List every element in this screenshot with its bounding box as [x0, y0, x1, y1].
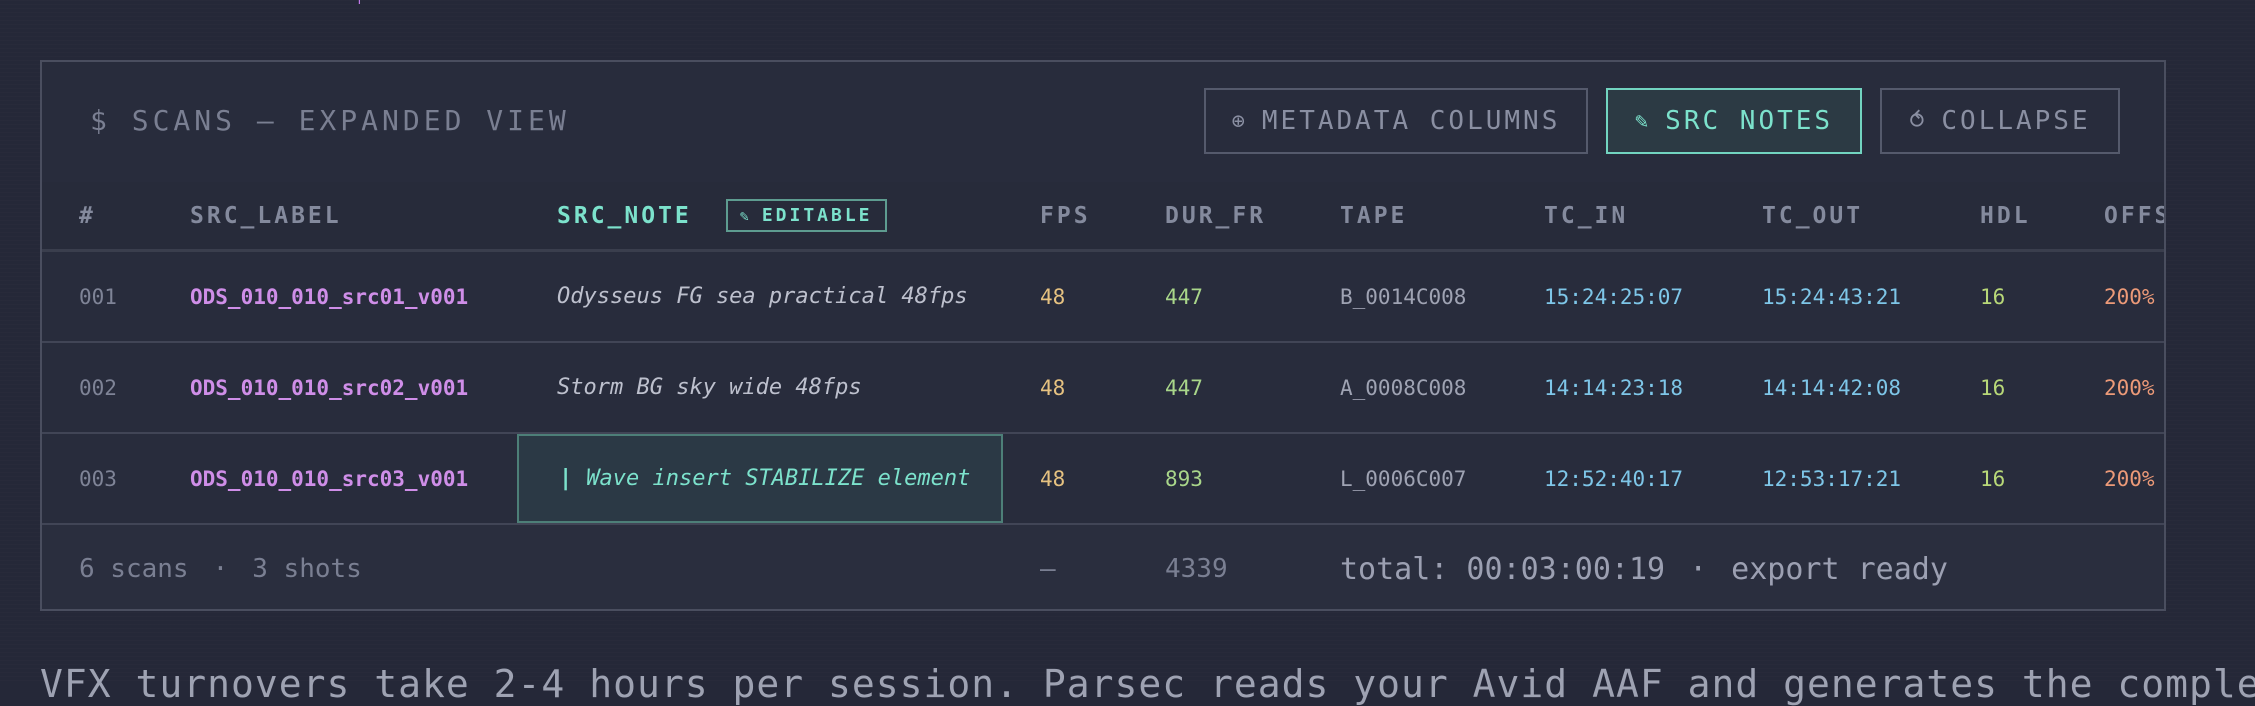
tape-value: L_0006C007 [1340, 466, 1467, 491]
table-row[interactable]: 002 ODS_010_010_src02_v001 Storm BG sky … [42, 343, 2164, 434]
src-label: ODS_010_010_src01_v001 [190, 284, 469, 309]
offs-value: 200% [2104, 284, 2155, 309]
src-notes-label: SRC NOTES [1665, 106, 1834, 136]
header-hdl[interactable]: HDL [1980, 182, 2031, 249]
footer-counts: 6 scans · 3 shots [79, 525, 362, 609]
row-number: 001 [79, 284, 117, 309]
export-status: export ready [1731, 551, 1948, 587]
scan-count: 6 scans [79, 554, 189, 584]
header-tc-out[interactable]: TC_OUT [1762, 182, 1863, 249]
hdl-value: 16 [1980, 466, 2006, 491]
editable-badge-label: EDITABLE [761, 205, 873, 226]
dur-fr-value: 447 [1165, 375, 1203, 400]
header-tc-in[interactable]: TC_IN [1544, 182, 1628, 249]
header-offs[interactable]: OFFS [2104, 182, 2164, 249]
table-row[interactable]: 001 ODS_010_010_src01_v001 Odysseus FG s… [42, 252, 2164, 343]
cropped-heading-fragment: | [350, 0, 360, 4]
fps-value: 48 [1040, 284, 1066, 309]
header-src-label[interactable]: SRC_LABEL [190, 182, 342, 249]
tc-out-value: 14:14:42:08 [1762, 375, 1902, 400]
offs-value: 200% [2104, 375, 2155, 400]
src-note[interactable]: Odysseus FG sea practical 48fps [557, 252, 968, 341]
footer-dur-total: 4339 [1165, 554, 1228, 584]
tc-out-value: 15:24:43:21 [1762, 284, 1902, 309]
tc-in-value: 15:24:25:07 [1544, 284, 1684, 309]
tc-in-value: 14:14:23:18 [1544, 375, 1684, 400]
src-note[interactable]: Storm BG sky wide 48fps [557, 343, 862, 432]
table-header-row: # SRC_LABEL SRC_NOTE ✎ EDITABLE FPS DUR_F… [42, 182, 2164, 252]
fps-value: 48 [1040, 466, 1066, 491]
separator-dot: · [212, 554, 229, 584]
src-note-editing[interactable]: | Wave insert STABILIZE element [559, 434, 970, 523]
metadata-columns-label: METADATA COLUMNS [1261, 106, 1561, 136]
header-src-note-label: SRC_NOTE [557, 202, 692, 229]
pencil-icon: ✎ [739, 207, 752, 225]
header-dur-fr[interactable]: DUR_FR [1165, 182, 1266, 249]
tc-in-value: 12:52:40:17 [1544, 466, 1684, 491]
collapse-icon: ⥀ [1909, 108, 1928, 134]
src-notes-button[interactable]: ✎ SRC NOTES [1606, 88, 1862, 154]
header-tape[interactable]: TAPE [1340, 182, 1407, 249]
table-row[interactable]: 003 ODS_010_010_src03_v001 | Wave insert … [42, 434, 2164, 525]
total-duration: total: 00:03:00:19 [1340, 551, 1666, 587]
shot-count: 3 shots [252, 554, 362, 584]
fps-value: 48 [1040, 375, 1066, 400]
panel-header: $ SCANS — EXPANDED VIEW ⊕ METADATA COLUM… [42, 62, 2164, 184]
panel-title: $ SCANS — EXPANDED VIEW [90, 104, 570, 137]
src-label: ODS_010_010_src02_v001 [190, 375, 469, 400]
editable-badge: ✎ EDITABLE [725, 199, 887, 232]
row-number: 003 [79, 466, 117, 491]
separator-dot: · [1689, 551, 1708, 587]
metadata-columns-button[interactable]: ⊕ METADATA COLUMNS [1204, 88, 1588, 154]
dur-fr-value: 893 [1165, 466, 1203, 491]
dur-fr-value: 447 [1165, 284, 1203, 309]
header-num: # [79, 202, 96, 229]
src-label: ODS_010_010_src03_v001 [190, 466, 469, 491]
header-fps[interactable]: FPS [1040, 182, 1091, 249]
collapse-label: COLLAPSE [1941, 106, 2091, 136]
collapse-button[interactable]: ⥀ COLLAPSE [1880, 88, 2120, 154]
add-circle-icon: ⊕ [1231, 108, 1248, 134]
tape-value: A_0008C008 [1340, 375, 1467, 400]
description-text: VFX turnovers take 2-4 hours per session… [40, 662, 2255, 706]
offs-value: 200% [2104, 466, 2155, 491]
header-src-note[interactable]: SRC_NOTE ✎ EDITABLE [557, 182, 887, 249]
tc-out-value: 12:53:17:21 [1762, 466, 1902, 491]
text-caret: | [559, 466, 573, 491]
row-number: 002 [79, 375, 117, 400]
table-footer-row: 6 scans · 3 shots — 4339 total: 00:03:00… [42, 525, 2164, 609]
footer-fps: — [1040, 554, 1056, 584]
hdl-value: 16 [1980, 284, 2006, 309]
src-note-text: Wave insert STABILIZE element [586, 466, 971, 491]
hdl-value: 16 [1980, 375, 2006, 400]
tape-value: B_0014C008 [1340, 284, 1467, 309]
scans-panel: $ SCANS — EXPANDED VIEW ⊕ METADATA COLUM… [40, 60, 2166, 611]
pencil-icon: ✎ [1634, 108, 1652, 134]
footer-summary: total: 00:03:00:19 · export ready [1340, 525, 1948, 609]
